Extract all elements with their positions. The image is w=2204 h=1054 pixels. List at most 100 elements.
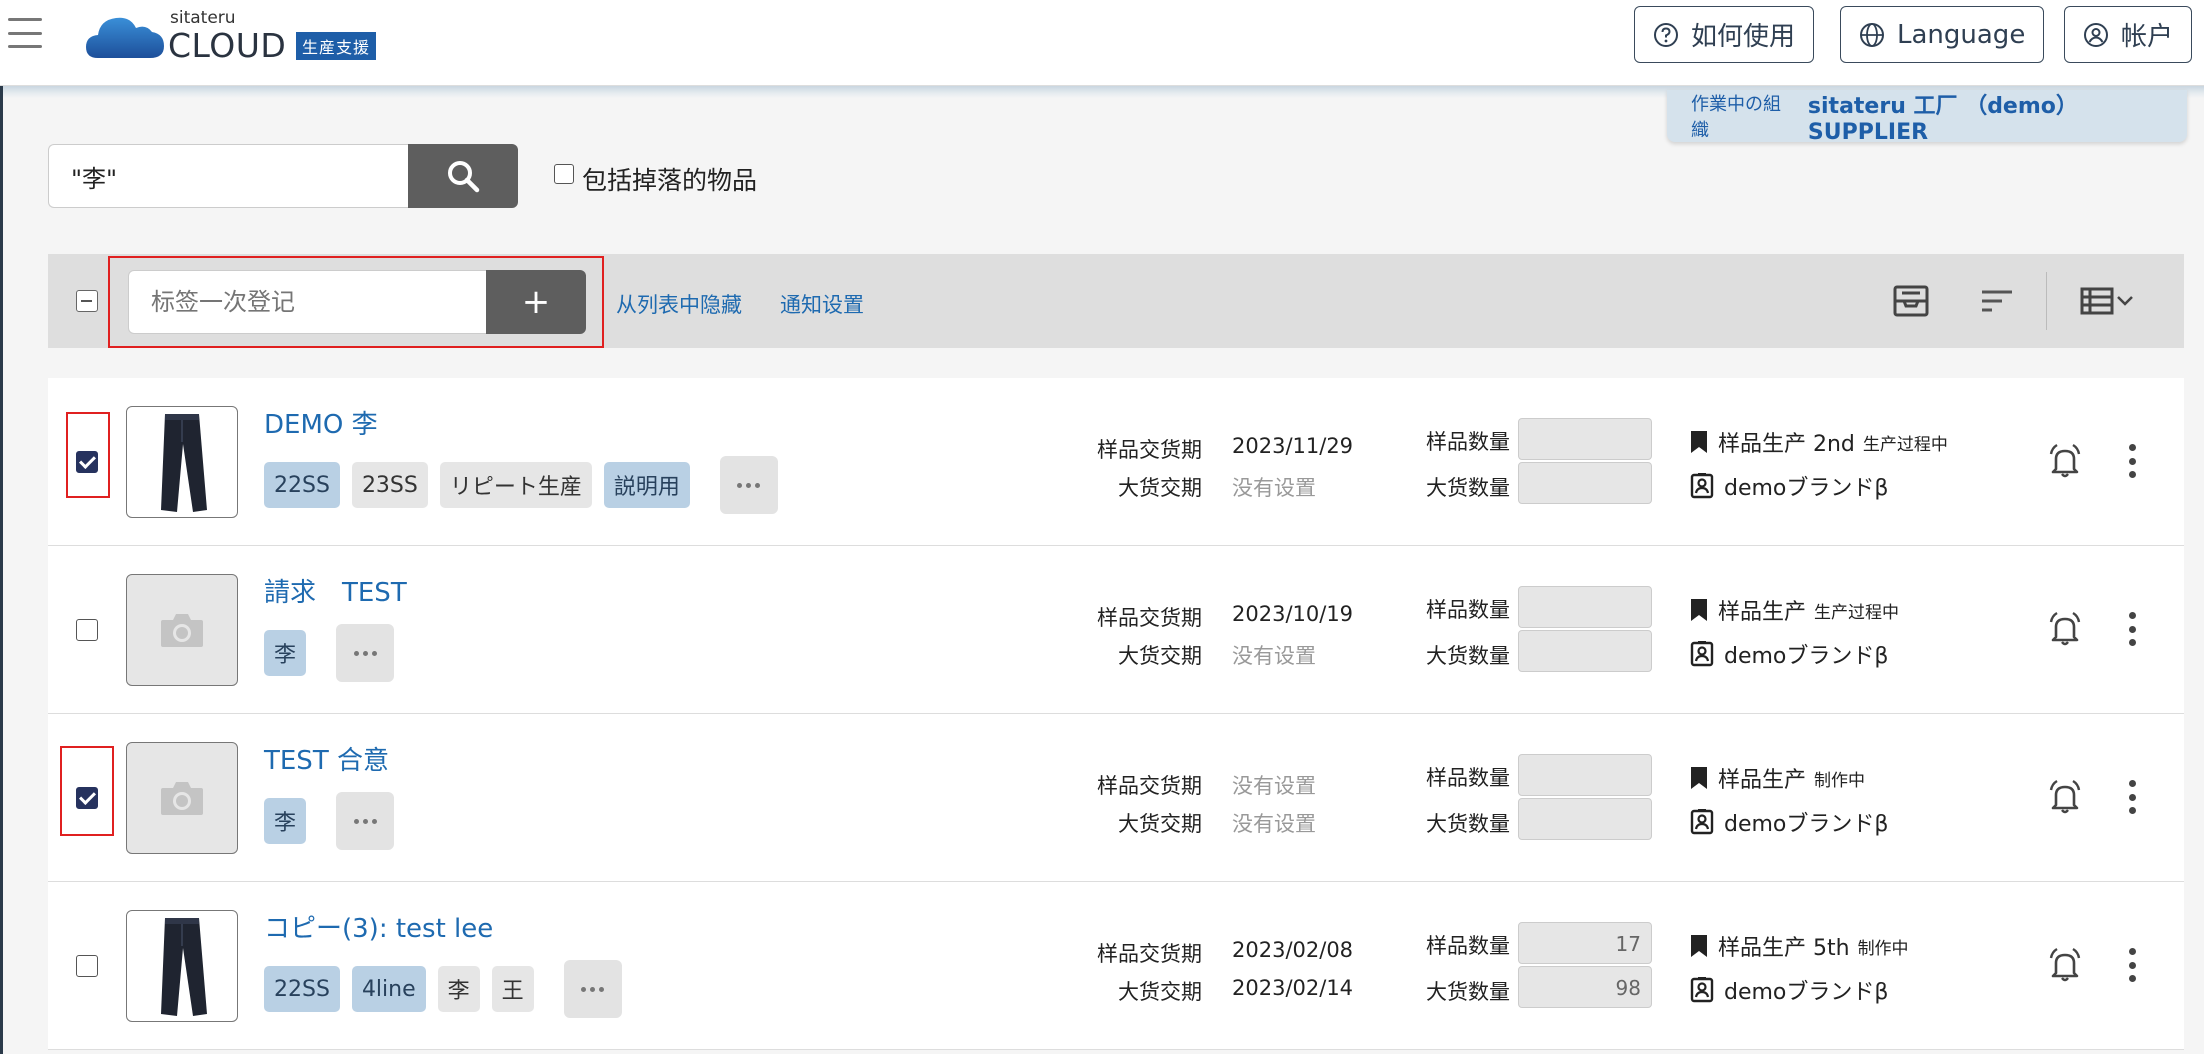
item-title[interactable]: TEST 合意	[264, 740, 389, 777]
more-vert-icon[interactable]	[2126, 780, 2138, 814]
item-tags: 李	[264, 792, 395, 850]
sample-date-label: 样品交货期	[1097, 774, 1202, 798]
row-checkbox[interactable]	[76, 619, 98, 641]
more-vert-icon[interactable]	[2126, 444, 2138, 478]
bulk-date-value: 2023/02/14	[1232, 976, 1354, 1000]
more-vert-icon[interactable]	[2126, 948, 2138, 982]
notification-bell-icon[interactable]	[2046, 610, 2084, 648]
brand-badge-icon	[1690, 473, 1714, 499]
menu-icon[interactable]	[8, 18, 42, 48]
list-view-icon[interactable]	[2080, 284, 2118, 318]
sample-date-value: 2023/10/19	[1232, 602, 1354, 626]
list-item[interactable]: コピー(3): test lee 22SS 4line 李王 样品交货期 2023/…	[48, 882, 2184, 1050]
inbox-tray-icon[interactable]	[1892, 284, 1930, 318]
sample-date-value: 没有设置	[1232, 774, 1316, 798]
more-tags-button[interactable]	[336, 792, 395, 850]
bulk-tag-input[interactable]	[128, 270, 488, 334]
item-tag[interactable]: 22SS	[264, 462, 340, 508]
sort-icon[interactable]	[1978, 284, 2016, 318]
production-status: 制作中	[1814, 770, 1866, 791]
item-title[interactable]: コピー(3): test lee	[264, 908, 493, 945]
account-button[interactable]: 帐户	[2064, 6, 2193, 63]
add-tag-button[interactable]: +	[486, 270, 586, 334]
list-item[interactable]: DEMO 李 22SS 23SS リピート生産 説明用 样品交货期 2023/11/2…	[48, 378, 2184, 546]
more-tags-button[interactable]	[719, 456, 778, 514]
bulk-date-label: 大货交期	[1118, 980, 1202, 1004]
search-input[interactable]	[48, 144, 410, 208]
item-tag[interactable]: 4line	[351, 966, 426, 1012]
bulk-date-value: 没有设置	[1232, 476, 1316, 500]
item-thumbnail[interactable]	[126, 742, 238, 854]
production-label: 样品生产	[1718, 768, 1807, 793]
item-thumbnail[interactable]	[126, 406, 238, 518]
help-button[interactable]: 如何使用	[1634, 6, 1815, 63]
item-tag[interactable]: 22SS	[264, 966, 340, 1012]
sample-qty-label: 样品数量	[1426, 934, 1510, 958]
production-info: 样品生产 生产过程中	[1690, 594, 1899, 626]
include-dropped-checkbox[interactable]	[554, 164, 574, 184]
bulk-qty-label: 大货数量	[1426, 644, 1510, 668]
list-item[interactable]: TEST 合意 李 样品交货期 没有设置 大货交期 没有设置 样品数量 大货数量…	[48, 714, 2184, 882]
production-info: 样品生产 2nd 生产过程中	[1690, 426, 1948, 458]
search-button[interactable]	[408, 144, 518, 208]
cloud-logo-icon	[86, 17, 164, 58]
item-thumbnail[interactable]	[126, 574, 238, 686]
item-tag[interactable]: リピート生産	[439, 462, 592, 508]
sample-qty-field[interactable]	[1518, 586, 1652, 628]
row-checkbox[interactable]	[76, 955, 98, 977]
bulk-qty-field[interactable]	[1518, 630, 1652, 672]
sample-qty-field[interactable]	[1518, 418, 1652, 460]
logo-tag: 生産支援	[296, 32, 377, 60]
item-tag[interactable]: 23SS	[351, 462, 428, 508]
bulk-qty-field[interactable]: 98	[1518, 966, 1652, 1008]
notification-settings-link[interactable]: 通知设置	[780, 289, 864, 319]
help-label: 如何使用	[1691, 22, 1796, 52]
language-label: Language	[1897, 19, 2026, 50]
org-name: sitateru 工厂 （demo） SUPPLIER	[1807, 93, 2078, 145]
sample-qty-field[interactable]	[1518, 754, 1652, 796]
item-tag[interactable]: 王	[491, 966, 534, 1012]
bulk-qty-field[interactable]	[1518, 798, 1652, 840]
production-info: 样品生产 制作中	[1690, 762, 1865, 794]
list-item[interactable]: 請求 TEST 李 样品交货期 2023/10/19 大货交期 没有设置 样品数…	[48, 546, 2184, 714]
brand-badge-icon	[1690, 977, 1714, 1003]
language-button[interactable]: Language	[1840, 6, 2045, 63]
bulk-qty-field[interactable]	[1518, 462, 1652, 504]
bulk-toolbar: + 从列表中隐藏 通知设置	[48, 254, 2184, 348]
item-tag[interactable]: 李	[437, 966, 480, 1012]
bulk-qty-label: 大货数量	[1426, 476, 1510, 500]
sample-qty-field[interactable]: 17	[1518, 922, 1652, 964]
production-status: 生产过程中	[1814, 602, 1900, 623]
toolbar-divider	[2046, 272, 2047, 330]
brand-name: demoブランドβ	[1724, 644, 1889, 669]
logo[interactable]: sitateru CLOUD 生産支援	[86, 8, 386, 65]
chevron-down-icon[interactable]	[2114, 284, 2136, 318]
item-tags: 李	[264, 624, 395, 682]
camera-icon	[161, 614, 203, 647]
bulk-date-value: 没有设置	[1232, 644, 1316, 668]
bulk-date-label: 大货交期	[1118, 476, 1202, 500]
bookmark-icon	[1691, 767, 1707, 789]
notification-bell-icon[interactable]	[2046, 778, 2084, 816]
hide-from-list-link[interactable]: 从列表中隐藏	[616, 289, 742, 319]
more-vert-icon[interactable]	[2126, 612, 2138, 646]
more-tags-button[interactable]	[336, 624, 395, 682]
select-all-checkbox[interactable]	[76, 290, 98, 312]
item-tag[interactable]: 李	[264, 630, 307, 676]
notification-bell-icon[interactable]	[2046, 442, 2084, 480]
notification-bell-icon[interactable]	[2046, 946, 2084, 984]
sample-date-label: 样品交货期	[1097, 438, 1202, 462]
more-tags-button[interactable]	[563, 960, 622, 1018]
more-horiz-icon	[581, 986, 605, 992]
item-title[interactable]: 請求 TEST	[264, 572, 407, 609]
bulk-date-label: 大货交期	[1118, 644, 1202, 668]
brand-info: demoブランドβ	[1690, 638, 1888, 670]
row-checkbox-highlight	[66, 412, 110, 498]
item-tag[interactable]: 李	[264, 798, 307, 844]
item-thumbnail[interactable]	[126, 910, 238, 1022]
search-icon	[448, 161, 480, 193]
item-title[interactable]: DEMO 李	[264, 404, 378, 441]
item-tag[interactable]: 説明用	[603, 462, 690, 508]
item-tags: 22SS 23SS リピート生産 説明用	[264, 456, 778, 514]
help-icon	[1654, 22, 1678, 47]
